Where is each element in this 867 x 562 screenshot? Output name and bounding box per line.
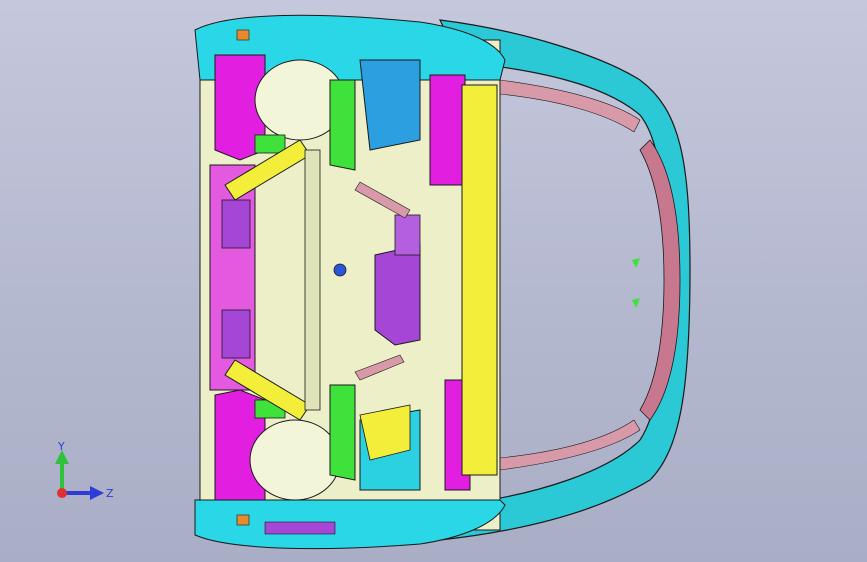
3d-viewport[interactable]: Y Z xyxy=(0,0,867,562)
front-yellow-member xyxy=(461,84,498,476)
front-rail-top-magenta xyxy=(429,74,466,186)
car-body-model[interactable] xyxy=(0,0,867,562)
green-crossmember-bottom xyxy=(329,384,356,481)
z-axis-arrow xyxy=(90,486,104,500)
cyan-corner-top xyxy=(359,59,421,151)
green-crossmember-top xyxy=(329,79,356,171)
y-axis-label: Y xyxy=(57,440,65,453)
violet-strip-bottom xyxy=(264,521,336,535)
green-bracket-top xyxy=(254,134,286,154)
bolt-center xyxy=(333,263,347,277)
axis-triad: Y Z xyxy=(55,440,114,500)
center-rail xyxy=(304,149,321,411)
wheel-well-bottom xyxy=(249,419,341,501)
green-tick-2 xyxy=(632,298,640,308)
green-tick-1 xyxy=(632,258,640,268)
orange-tab-bottom xyxy=(236,514,250,526)
z-axis-label: Z xyxy=(106,487,114,500)
center-violet-plate xyxy=(394,214,421,256)
origin-dot xyxy=(57,488,67,498)
center-violet-bracket xyxy=(374,244,421,346)
rear-violet-panel-1 xyxy=(221,199,251,249)
rear-violet-panel-2 xyxy=(221,309,251,359)
orange-tab-top xyxy=(236,29,250,41)
